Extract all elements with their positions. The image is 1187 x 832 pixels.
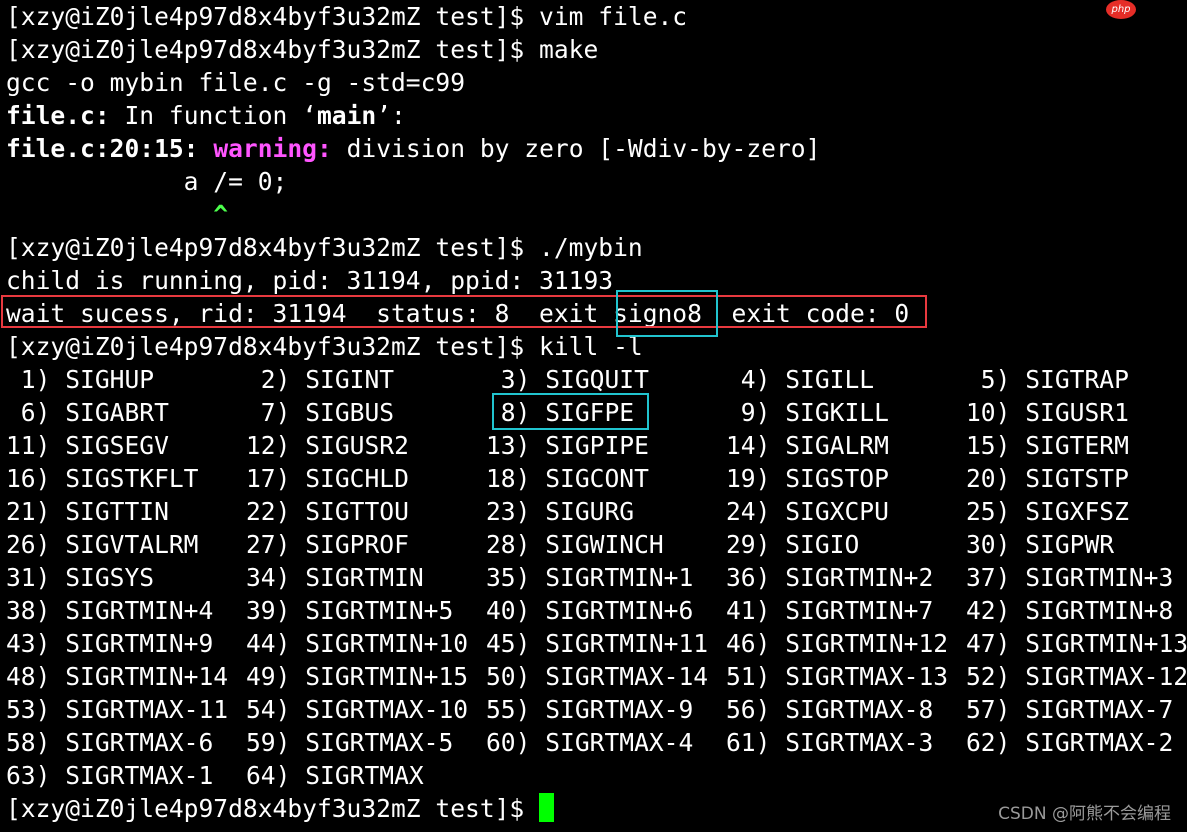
compiler-file-label: file.c: [6,101,110,130]
signal-entry: 27) SIGPROF [246,530,409,559]
wait-line-highlight-box [1,295,927,328]
caret-padding [6,200,213,229]
signal-entry: 6) SIGABRT [6,398,169,427]
compiler-function-name: main [316,101,377,130]
signal-entry: 56) SIGRTMAX-8 [726,695,934,724]
signal-entry: 31) SIGSYS [6,563,155,592]
warning-keyword: warning: [213,134,332,163]
terminal-line-in-function: file.c: In function ‘main’: [6,99,406,132]
signal-entry: 60) SIGRTMAX-4 [486,728,694,757]
signal-entry: 46) SIGRTMIN+12 [726,629,949,658]
signal-entry: 28) SIGWINCH [486,530,664,559]
signal-entry: 21) SIGTTIN [6,497,169,526]
signal-entry: 15) SIGTERM [966,431,1129,460]
signal-entry: 18) SIGCONT [486,464,649,493]
terminal-cursor [539,793,555,822]
signal-entry: 47) SIGRTMIN+13 [966,629,1187,658]
terminal-line-source: a /= 0; [6,167,288,196]
final-prompt-text: [xzy@iZ0jle4p97d8x4byf3u32mZ test]$ [6,794,540,823]
signal-entry: 7) SIGBUS [246,398,395,427]
terminal-line-warning: file.c:20:15: warning: division by zero … [6,132,820,165]
signal-entry: 3) SIGQUIT [486,365,649,394]
signal-entry: 10) SIGUSR1 [966,398,1129,427]
signal-entry: 11) SIGSEGV [6,431,169,460]
signal-entry: 63) SIGRTMAX-1 [6,761,214,790]
terminal-window[interactable]: [xzy@iZ0jle4p97d8x4byf3u32mZ test]$ vim … [0,0,1187,832]
signal-entry: 50) SIGRTMAX-14 [486,662,709,691]
signal-entry: 30) SIGPWR [966,530,1115,559]
signal-entry: 41) SIGRTMIN+7 [726,596,934,625]
signal-entry: 39) SIGRTMIN+5 [246,596,454,625]
signal-entry: 19) SIGSTOP [726,464,889,493]
signal-entry: 36) SIGRTMIN+2 [726,563,934,592]
signal-entry: 54) SIGRTMAX-10 [246,695,469,724]
php-logo-badge: php [1106,0,1136,19]
signal-entry: 16) SIGSTKFLT [6,464,199,493]
signal-entry: 26) SIGVTALRM [6,530,199,559]
signal-entry: 55) SIGRTMAX-9 [486,695,694,724]
signal-entry: 40) SIGRTMIN+6 [486,596,694,625]
signal-entry: 59) SIGRTMAX-5 [246,728,454,757]
warning-location: file.c:20:15: [6,134,199,163]
signal-entry: 43) SIGRTMIN+9 [6,629,214,658]
signal-entry: 1) SIGHUP [6,365,155,394]
signal-entry: 44) SIGRTMIN+10 [246,629,469,658]
signal-entry: 20) SIGTSTP [966,464,1129,493]
signal-entry: 45) SIGRTMIN+11 [486,629,709,658]
signal-entry: 12) SIGUSR2 [246,431,409,460]
signal-entry: 2) SIGINT [246,365,395,394]
compiler-in-function-text: In function ‘ [109,101,317,130]
caret-marker: ^ [213,200,229,229]
terminal-line-kill: [xzy@iZ0jle4p97d8x4byf3u32mZ test]$ kill… [6,332,643,361]
signal-entry: 53) SIGRTMAX-11 [6,695,229,724]
signal-entry: 38) SIGRTMIN+4 [6,596,214,625]
warning-space [199,134,214,163]
signal-entry: 62) SIGRTMAX-2 [966,728,1174,757]
signal-entry: 23) SIGURG [486,497,635,526]
signal-entry: 5) SIGTRAP [966,365,1129,394]
signal-entry: 14) SIGALRM [726,431,889,460]
terminal-line-caret: ^ [6,198,228,231]
signal-entry: 22) SIGTTOU [246,497,409,526]
signal-entry: 24) SIGXCPU [726,497,889,526]
signal-entry: 57) SIGRTMAX-7 [966,695,1174,724]
signal-entry: 4) SIGILL [726,365,875,394]
terminal-line-gcc: gcc -o mybin file.c -g -std=c99 [6,68,466,97]
warning-message: division by zero [-Wdiv-by-zero] [331,134,821,163]
signal-entry: 51) SIGRTMAX-13 [726,662,949,691]
sigfpe-highlight-box [492,393,649,430]
signal-entry: 37) SIGRTMIN+3 [966,563,1174,592]
terminal-line-final-prompt[interactable]: [xzy@iZ0jle4p97d8x4byf3u32mZ test]$ [6,792,555,825]
csdn-watermark: CSDN @阿熊不会编程 [998,804,1171,824]
terminal-line-make: [xzy@iZ0jle4p97d8x4byf3u32mZ test]$ make [6,35,599,64]
signal-entry: 34) SIGRTMIN [246,563,424,592]
signal-entry: 29) SIGIO [726,530,860,559]
signal-entry: 49) SIGRTMIN+15 [246,662,469,691]
signal-entry: 42) SIGRTMIN+8 [966,596,1174,625]
terminal-line-vim: [xzy@iZ0jle4p97d8x4byf3u32mZ test]$ vim … [6,2,688,31]
signal-entry: 58) SIGRTMAX-6 [6,728,214,757]
terminal-line-run: [xzy@iZ0jle4p97d8x4byf3u32mZ test]$ ./my… [6,233,643,262]
compiler-quote-end: ’: [376,101,406,130]
terminal-line-child: child is running, pid: 31194, ppid: 3119… [6,266,614,295]
signal-entry: 64) SIGRTMAX [246,761,424,790]
signal-entry: 35) SIGRTMIN+1 [486,563,694,592]
signal-entry: 17) SIGCHLD [246,464,409,493]
signal-entry: 52) SIGRTMAX-12 [966,662,1187,691]
signal-entry: 61) SIGRTMAX-3 [726,728,934,757]
signal-entry: 25) SIGXFSZ [966,497,1129,526]
signal-entry: 13) SIGPIPE [486,431,649,460]
signo-highlight-box [616,290,718,337]
signal-entry: 48) SIGRTMIN+14 [6,662,229,691]
signal-entry: 9) SIGKILL [726,398,889,427]
